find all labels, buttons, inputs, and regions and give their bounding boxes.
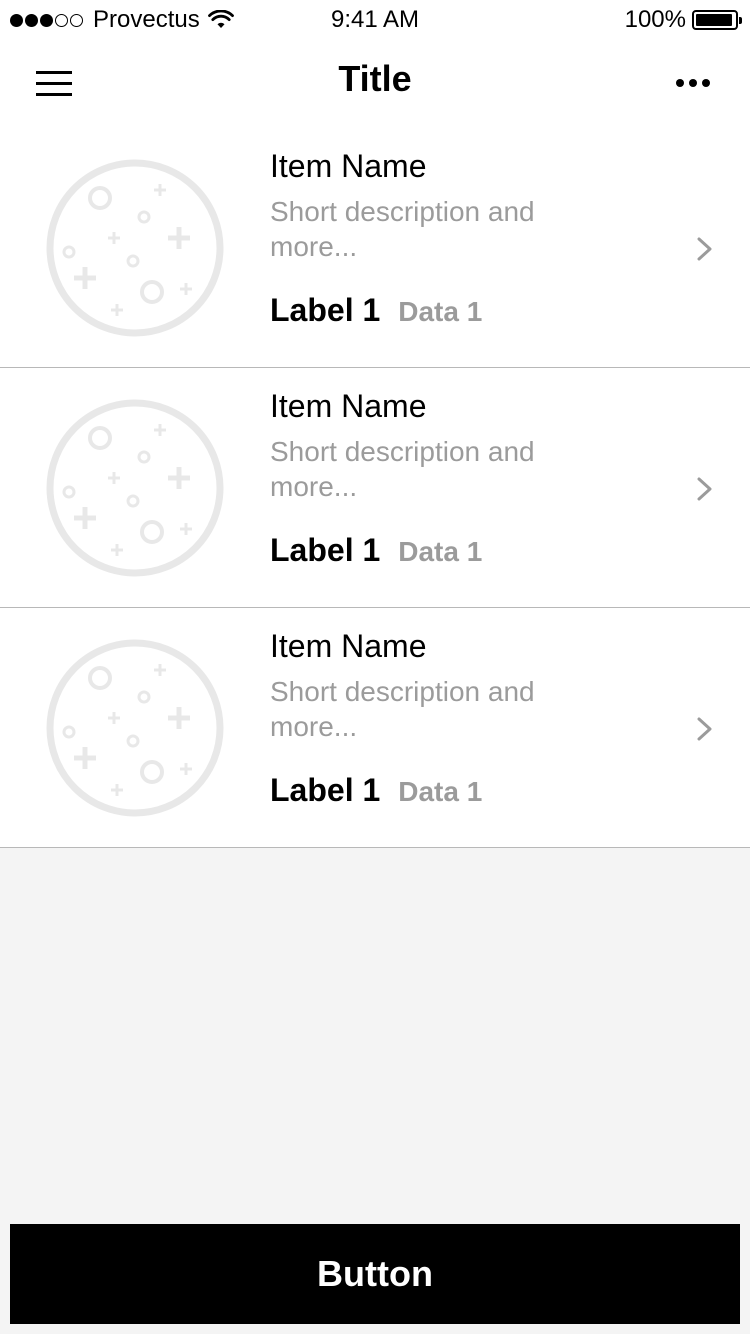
battery-fill [696, 14, 732, 26]
chevron-right-icon [697, 477, 712, 501]
chevron-right-icon [697, 717, 712, 741]
item-description: Short description and more... [270, 436, 535, 502]
list-item[interactable]: Item Name Short description and more... … [0, 128, 750, 368]
primary-button[interactable]: Button [10, 1224, 740, 1324]
item-name: Item Name [270, 388, 427, 424]
status-bar: Provectus 9:41 AM 100% [0, 0, 750, 40]
placeholder-image-icon [46, 159, 224, 337]
screen: Provectus 9:41 AM 100% Title Item Name S… [0, 0, 750, 1334]
item-data: Data 1 [398, 776, 483, 807]
more-dots-icon[interactable] [676, 72, 710, 94]
item-name: Item Name [270, 628, 427, 664]
battery-tip [739, 17, 742, 24]
list-item[interactable]: Item Name Short description and more... … [0, 608, 750, 848]
page-title: Title [338, 58, 412, 99]
item-data: Data 1 [398, 296, 483, 327]
battery-percent: 100% [624, 6, 686, 33]
status-right: 100% [624, 6, 742, 34]
item-meta: Label 1 Data 1 [270, 772, 482, 809]
item-meta: Label 1 Data 1 [270, 532, 482, 569]
chevron-right-icon [697, 237, 712, 261]
navigation-bar: Title [0, 40, 750, 128]
item-list: Item Name Short description and more... … [0, 128, 750, 848]
item-data: Data 1 [398, 536, 483, 567]
placeholder-image-icon [46, 399, 224, 577]
list-item[interactable]: Item Name Short description and more... … [0, 368, 750, 608]
item-name: Item Name [270, 148, 427, 184]
item-label: Label 1 [270, 292, 381, 328]
item-description: Short description and more... [270, 676, 535, 742]
item-meta: Label 1 Data 1 [270, 292, 482, 329]
placeholder-image-icon [46, 639, 224, 817]
item-description: Short description and more... [270, 196, 535, 262]
battery-icon [692, 10, 742, 30]
item-label: Label 1 [270, 532, 381, 568]
item-label: Label 1 [270, 772, 381, 808]
